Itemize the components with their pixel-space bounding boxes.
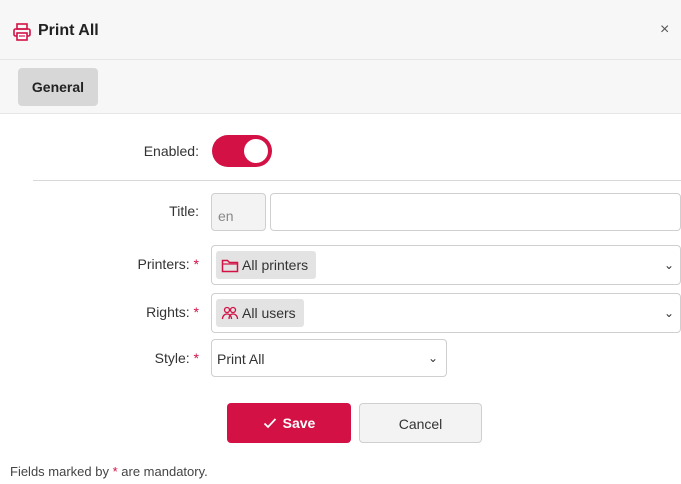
checkmark-icon bbox=[263, 418, 276, 429]
style-label: Style: * bbox=[154, 350, 199, 366]
rights-select[interactable]: All users ⌄ bbox=[211, 293, 681, 333]
printers-chip-label: All printers bbox=[242, 257, 309, 273]
mandatory-note: Fields marked by * are mandatory. bbox=[10, 464, 208, 479]
dialog-header: Print All × bbox=[0, 0, 681, 60]
dialog-title: Print All bbox=[38, 22, 99, 39]
rights-chip-label: All users bbox=[242, 305, 296, 321]
title-input[interactable] bbox=[270, 193, 681, 231]
save-button[interactable]: Save bbox=[227, 403, 351, 443]
divider bbox=[33, 180, 681, 181]
tab-bar: General bbox=[0, 60, 681, 114]
style-value: Print All bbox=[217, 351, 265, 367]
close-icon[interactable]: × bbox=[660, 21, 669, 39]
chevron-down-icon[interactable]: ⌄ bbox=[664, 258, 674, 272]
cancel-button[interactable]: Cancel bbox=[359, 403, 482, 443]
rights-chip[interactable]: All users bbox=[216, 299, 304, 327]
chevron-down-icon[interactable]: ⌄ bbox=[428, 351, 438, 365]
printers-chip[interactable]: All printers bbox=[216, 251, 317, 279]
title-label: Title: bbox=[169, 203, 199, 219]
folder-icon bbox=[221, 259, 239, 273]
printers-label: Printers: * bbox=[137, 256, 199, 272]
printer-icon bbox=[13, 23, 31, 41]
chevron-down-icon[interactable]: ⌄ bbox=[664, 306, 674, 320]
printers-select[interactable]: All printers ⌄ bbox=[211, 245, 681, 285]
rights-label: Rights: * bbox=[146, 304, 199, 320]
enabled-toggle[interactable] bbox=[212, 135, 272, 167]
toggle-knob bbox=[244, 139, 268, 163]
users-icon bbox=[221, 306, 239, 320]
enabled-label: Enabled: bbox=[143, 143, 199, 159]
language-selector[interactable]: en bbox=[211, 193, 266, 231]
tab-general[interactable]: General bbox=[18, 68, 98, 106]
style-select[interactable]: Print All ⌄ bbox=[211, 339, 447, 377]
